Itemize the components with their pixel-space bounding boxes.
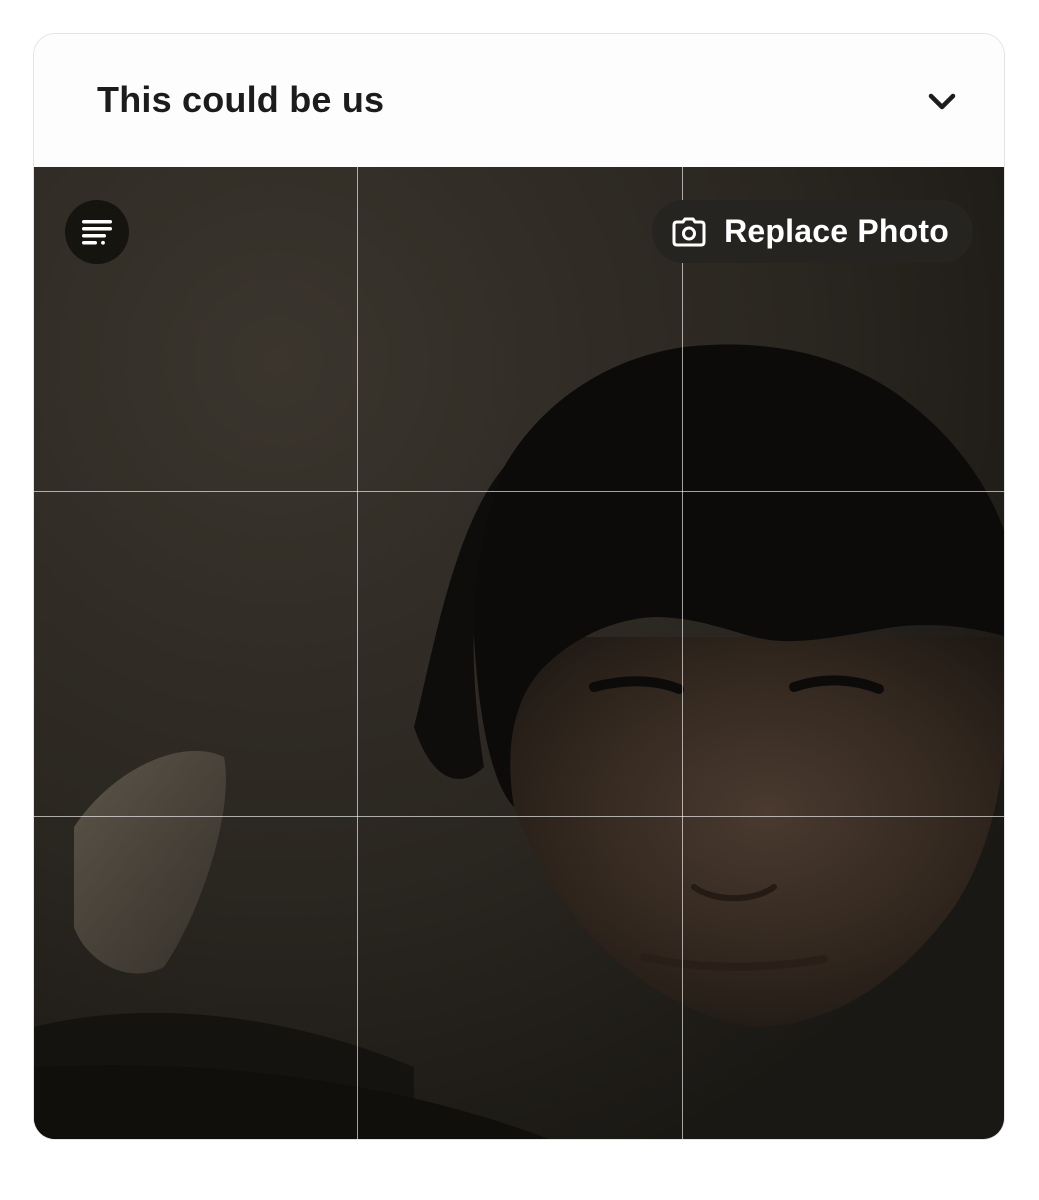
grid-line xyxy=(357,167,358,1139)
replace-photo-label: Replace Photo xyxy=(724,213,949,249)
grid-line xyxy=(34,816,1004,817)
profile-photo[interactable]: Replace Photo xyxy=(34,167,1004,1139)
text-lines-icon xyxy=(82,220,112,245)
camera-icon xyxy=(672,217,706,246)
grid-line xyxy=(682,167,683,1139)
replace-photo-button[interactable]: Replace Photo xyxy=(652,200,973,263)
prompt-title: This could be us xyxy=(97,79,385,120)
prompt-card: This could be us Replace Photo xyxy=(33,33,1005,1140)
photo-image xyxy=(34,167,1004,1139)
prompt-options-button[interactable] xyxy=(65,200,129,264)
chevron-down-icon[interactable] xyxy=(928,89,956,113)
prompt-card-header[interactable]: This could be us xyxy=(34,34,1004,167)
grid-line xyxy=(34,491,1004,492)
